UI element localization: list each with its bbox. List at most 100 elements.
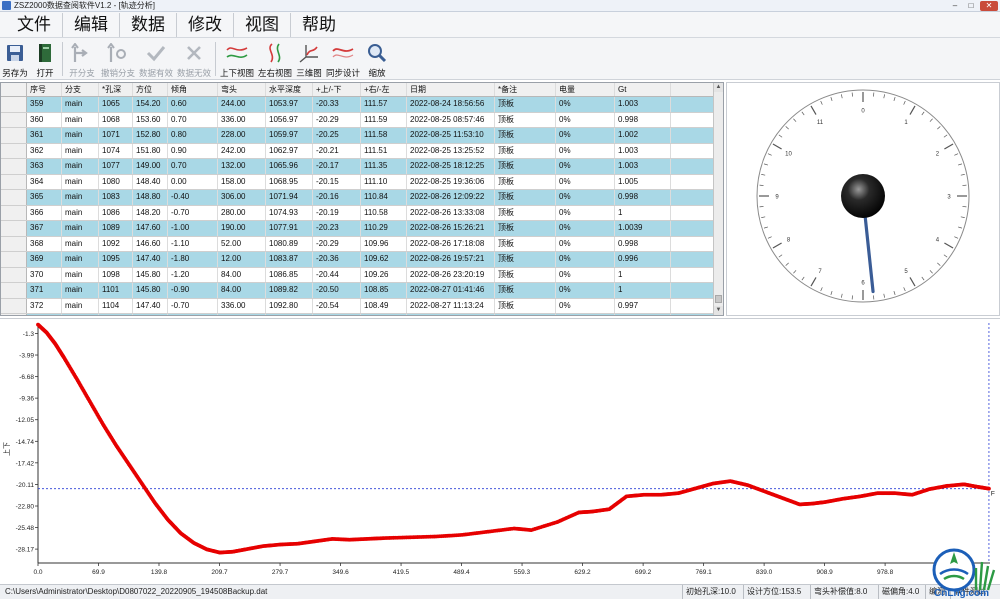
cell-battery[interactable]: 0%	[556, 174, 615, 189]
cell-azimuth[interactable]: 154.20	[133, 97, 168, 112]
minimize-icon[interactable]: –	[948, 1, 962, 11]
cell-branch[interactable]: main	[62, 128, 99, 143]
cell-depth[interactable]: 1092	[99, 236, 133, 251]
close-icon[interactable]: ✕	[980, 1, 998, 11]
cell-updown[interactable]: -20.21	[313, 143, 361, 158]
col-header-azimuth[interactable]: 方位	[133, 83, 168, 96]
cell-inclination[interactable]: 0.70	[168, 159, 218, 174]
cell-gt[interactable]: 0.997	[615, 298, 671, 313]
cell-updown[interactable]: -20.58	[313, 314, 361, 315]
cell-horizontal-depth[interactable]: 1065.96	[266, 159, 313, 174]
row-header[interactable]	[1, 267, 27, 282]
col-header-battery[interactable]: 电量	[556, 83, 615, 96]
row-header[interactable]	[1, 112, 27, 127]
leftright-view-button[interactable]: 左右视图	[256, 38, 294, 80]
cell-battery[interactable]: 0%	[556, 205, 615, 220]
cell-horizontal-depth[interactable]: 1071.94	[266, 190, 313, 205]
table-row[interactable]: 371 main 1101 145.80 -0.90 84.00 1089.82 -20.50…	[1, 283, 715, 299]
cell-updown[interactable]: -20.17	[313, 159, 361, 174]
cell-updown[interactable]: -20.36	[313, 252, 361, 267]
menu-view[interactable]: 视图	[234, 12, 291, 37]
cell-horizontal-depth[interactable]: 1089.82	[266, 283, 313, 298]
cell-leftright[interactable]: 110.84	[361, 190, 407, 205]
cell-depth[interactable]: 1101	[99, 283, 133, 298]
row-header[interactable]	[1, 221, 27, 236]
cell-horizontal-depth[interactable]: 1080.89	[266, 236, 313, 251]
cell-battery[interactable]: 0%	[556, 252, 615, 267]
cell-gt[interactable]: 0.998	[615, 112, 671, 127]
cell-battery[interactable]: 0%	[556, 128, 615, 143]
cell-depth[interactable]: 1086	[99, 205, 133, 220]
open-button[interactable]: 打开	[30, 38, 60, 80]
cell-leftright[interactable]: 111.51	[361, 143, 407, 158]
cell-leftright[interactable]: 111.57	[361, 97, 407, 112]
save-as-button[interactable]: 另存为	[0, 38, 30, 80]
cell-date[interactable]: 2022-08-26 12:09:22	[407, 190, 495, 205]
cell-leftright[interactable]: 111.35	[361, 159, 407, 174]
cell-inclination[interactable]: -0.40	[168, 190, 218, 205]
cell-updown[interactable]: -20.23	[313, 221, 361, 236]
cell-remark[interactable]: 顶板	[495, 174, 556, 189]
cell-seq[interactable]: 361	[27, 128, 62, 143]
cell-date[interactable]: 2022-08-27 11:13:24	[407, 298, 495, 313]
cell-seq[interactable]: 367	[27, 221, 62, 236]
cell-horizontal-depth[interactable]: 1086.85	[266, 267, 313, 282]
row-header[interactable]	[1, 143, 27, 158]
cell-gt[interactable]: 1.005	[615, 174, 671, 189]
cell-depth[interactable]: 1098	[99, 267, 133, 282]
table-row[interactable]: 366 main 1086 148.20 -0.70 280.00 1074.93 -20.1…	[1, 205, 715, 221]
cell-depth[interactable]: 1095	[99, 252, 133, 267]
menu-file[interactable]: 文件	[6, 12, 63, 37]
cell-depth[interactable]: 1089	[99, 221, 133, 236]
cell-gt[interactable]: 1.002	[615, 128, 671, 143]
cell-inclination[interactable]: -1.00	[168, 221, 218, 236]
cell-date[interactable]: 2022-08-26 13:33:08	[407, 205, 495, 220]
cell-date[interactable]: 2022-08-25 19:36:06	[407, 174, 495, 189]
cell-gt[interactable]: 1	[615, 205, 671, 220]
col-header-horizontal-depth[interactable]: 水平深度	[266, 83, 313, 96]
cell-bend[interactable]: 84.00	[218, 283, 266, 298]
table-row[interactable]: 360 main 1068 153.60 0.70 336.00 1056.97 -20.29…	[1, 112, 715, 128]
row-header[interactable]	[1, 190, 27, 205]
cell-inclination[interactable]: -1.80	[168, 252, 218, 267]
cell-inclination[interactable]: 0.00	[168, 174, 218, 189]
cell-date[interactable]: 2022-08-26 19:57:21	[407, 252, 495, 267]
col-header-date[interactable]: 日期	[407, 83, 495, 96]
updown-view-button[interactable]: 上下视图	[218, 38, 256, 80]
cell-azimuth[interactable]: 147.40	[133, 298, 168, 313]
cell-bend[interactable]: 306.00	[218, 190, 266, 205]
cell-date[interactable]: 2022-08-25 08:57:46	[407, 112, 495, 127]
cell-updown[interactable]: -20.19	[313, 205, 361, 220]
cell-gt[interactable]: 1	[615, 267, 671, 282]
cell-azimuth[interactable]: 149.00	[133, 159, 168, 174]
cell-date[interactable]: 2022-08-24 18:56:56	[407, 97, 495, 112]
cell-azimuth[interactable]: 147.40	[133, 252, 168, 267]
cell-depth[interactable]: 1104	[99, 298, 133, 313]
cell-date[interactable]: 2022-08-25 13:25:52	[407, 143, 495, 158]
cell-inclination[interactable]: -1.00	[168, 314, 218, 315]
scroll-down-icon[interactable]: ▼	[714, 306, 723, 315]
table-row[interactable]: 367 main 1089 147.60 -1.00 190.00 1077.91 -20.2…	[1, 221, 715, 237]
cell-updown[interactable]: -20.29	[313, 236, 361, 251]
row-header[interactable]	[1, 174, 27, 189]
cell-branch[interactable]: main	[62, 314, 99, 315]
menu-edit[interactable]: 编辑	[63, 12, 120, 37]
maximize-icon[interactable]: □	[964, 1, 978, 11]
col-header-depth[interactable]: *孔深	[99, 83, 133, 96]
cell-remark[interactable]: 顶板	[495, 159, 556, 174]
menu-modify[interactable]: 修改	[177, 12, 234, 37]
cell-remark[interactable]: 顶板	[495, 221, 556, 236]
cell-depth[interactable]: 1065	[99, 97, 133, 112]
col-header-branch[interactable]: 分支	[62, 83, 99, 96]
table-row[interactable]: 369 main 1095 147.40 -1.80 12.00 1083.87 -20.36…	[1, 252, 715, 268]
cell-gt[interactable]: 1.003	[615, 159, 671, 174]
cell-remark[interactable]: 顶板	[495, 128, 556, 143]
cell-updown[interactable]: -20.25	[313, 128, 361, 143]
cell-bend[interactable]: 280.00	[218, 205, 266, 220]
data-invalid-button[interactable]: 数据无效	[175, 38, 213, 80]
table-row[interactable]: 370 main 1098 145.80 -1.20 84.00 1086.85 -20.44…	[1, 267, 715, 283]
cell-updown[interactable]: -20.44	[313, 267, 361, 282]
cell-updown[interactable]: -20.15	[313, 174, 361, 189]
cell-horizontal-depth[interactable]: 1083.87	[266, 252, 313, 267]
cell-horizontal-depth[interactable]: 1074.93	[266, 205, 313, 220]
